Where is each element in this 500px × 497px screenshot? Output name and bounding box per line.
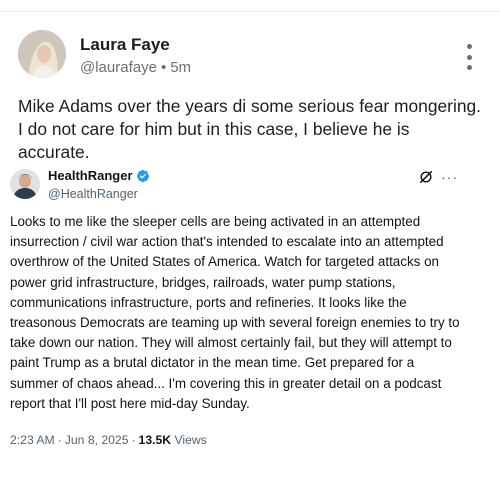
embed-avatar-image [10, 169, 40, 199]
author-meta: @laurafaye • 5m [80, 58, 191, 78]
grok-icon[interactable] [419, 170, 433, 184]
views-label: Views [174, 433, 207, 447]
author-name[interactable]: Laura Faye [80, 34, 191, 55]
embed-date[interactable]: Jun 8, 2025 [65, 433, 129, 447]
kebab-vertical-icon[interactable] [462, 44, 476, 70]
embed-footer: 2:23 AM · Jun 8, 2025 · 13.5K Views [10, 432, 207, 448]
more-horizontal-icon[interactable]: ··· [441, 170, 458, 184]
footer-separator: · [57, 433, 62, 447]
kebab-dot [466, 54, 472, 60]
post: Laura Faye @laurafaye • 5m Mike Adams over… [18, 30, 484, 162]
embed-avatar[interactable] [10, 169, 40, 199]
kebab-dot [466, 44, 472, 49]
embedded-post[interactable]: HealthRanger @HealthRanger ··· Looks to … [8, 160, 464, 460]
embed-time[interactable]: 2:23 AM [10, 433, 55, 447]
post-time[interactable]: 5m [170, 59, 191, 76]
embed-text: Looks to me like the sleeper cells are b… [10, 214, 460, 411]
meta-separator: • [160, 59, 167, 76]
post-body: Mike Adams over the years di some seriou… [18, 96, 481, 162]
embed-handle[interactable]: @HealthRanger [48, 186, 150, 202]
author-handle[interactable]: @laurafaye [80, 59, 157, 76]
kebab-dot [466, 65, 472, 70]
embed-name-row: HealthRanger [48, 168, 150, 184]
avatar-image [18, 30, 66, 78]
embed-author-name[interactable]: HealthRanger [48, 168, 133, 184]
verified-badge-icon [136, 169, 149, 183]
avatar[interactable] [18, 30, 66, 78]
top-divider [0, 0, 500, 12]
footer-separator: · [131, 433, 136, 447]
embed-actions: ··· [419, 170, 458, 184]
views-count: 13.5K [138, 433, 172, 447]
author: Laura Faye @laurafaye • 5m [80, 34, 191, 78]
embed-author: HealthRanger @HealthRanger [48, 168, 150, 202]
post-header: Laura Faye @laurafaye • 5m [18, 30, 484, 84]
